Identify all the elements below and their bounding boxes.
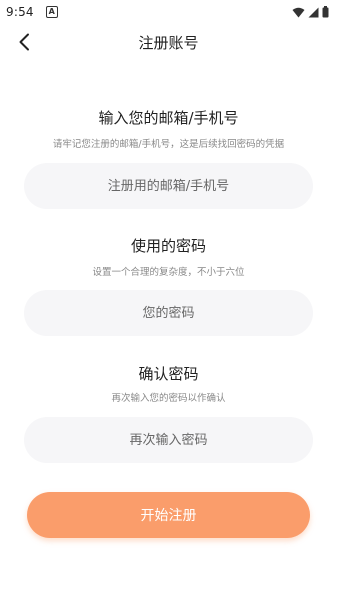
battery-icon	[322, 6, 329, 18]
status-icons	[292, 6, 329, 18]
status-bar: 9:54 A	[0, 0, 337, 24]
password-input[interactable]	[24, 290, 313, 336]
nav-bar: 注册账号	[0, 24, 337, 58]
password-section-title: 使用的密码	[130, 237, 206, 255]
confirm-section-hint: 再次输入您的密码以作确认	[111, 393, 226, 404]
wifi-icon	[292, 7, 305, 17]
account-section-hint: 请牢记您注册的邮箱/手机号，这是后续找回密码的凭据	[52, 139, 285, 150]
account-input[interactable]	[24, 163, 313, 209]
confirm-password-input[interactable]	[24, 417, 313, 463]
password-section-hint: 设置一个合理的复杂度，不小于六位	[92, 267, 245, 278]
signal-icon	[308, 7, 319, 17]
page-title: 注册账号	[138, 34, 199, 52]
notification-a-icon: A	[45, 6, 58, 18]
confirm-section-title: 确认密码	[138, 365, 199, 383]
register-button[interactable]: 开始注册	[27, 492, 310, 538]
account-section-title: 输入您的邮箱/手机号	[98, 109, 239, 127]
status-time: 9:54	[6, 5, 34, 19]
